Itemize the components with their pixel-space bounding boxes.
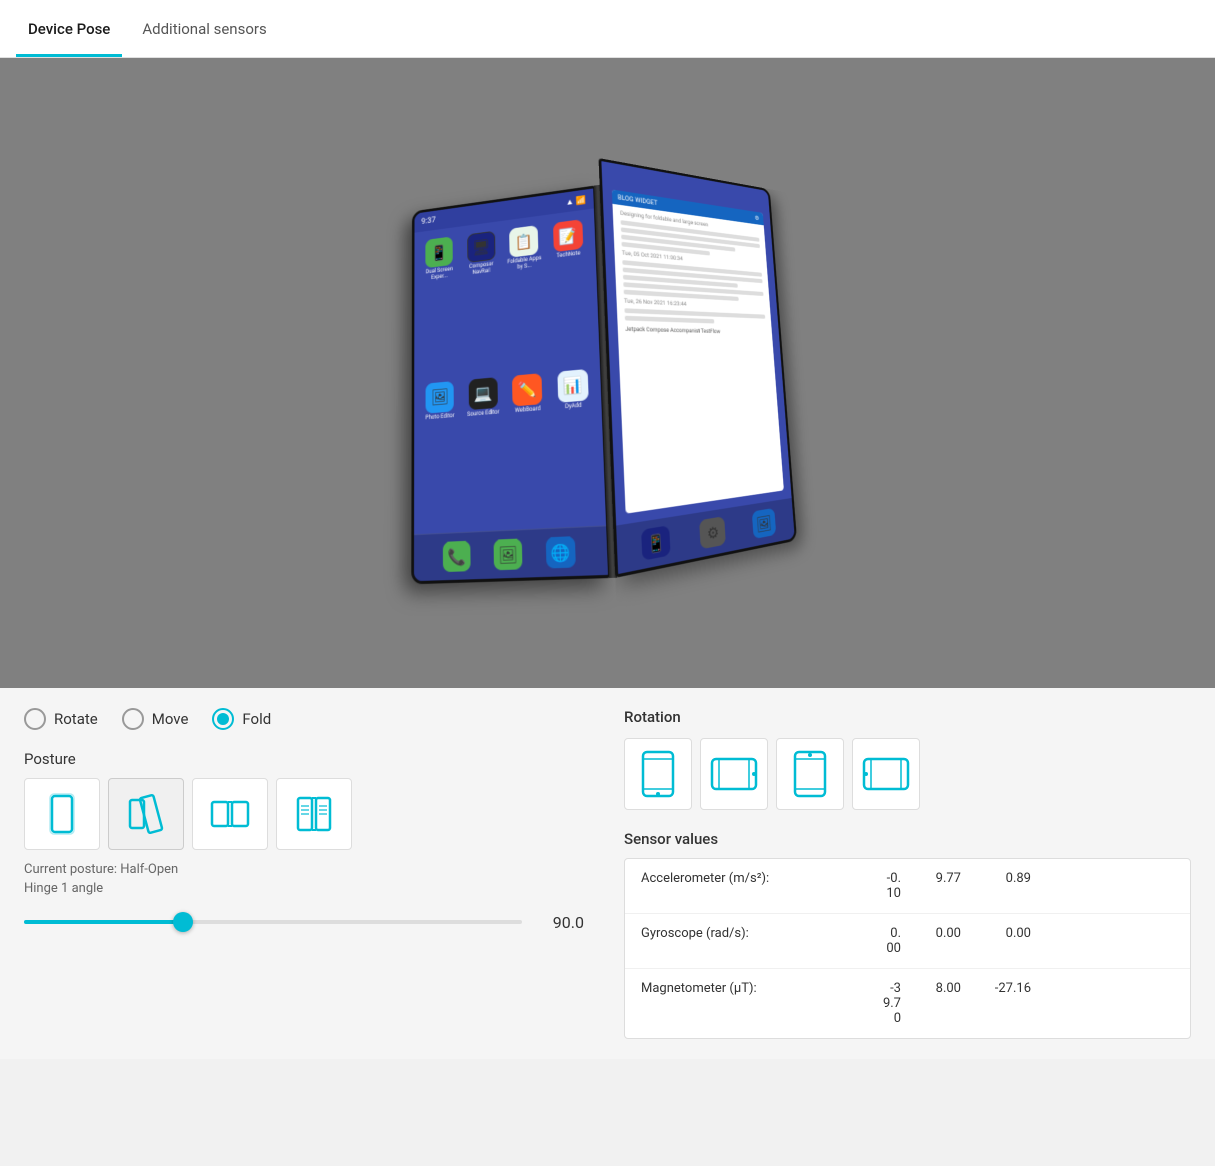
blog-widget: BLOG WIDGET ⚙ Designing for foldable and… [611, 189, 783, 513]
blog-widget-title: BLOG WIDGET ⚙ [611, 189, 763, 225]
radio-rotate[interactable]: Rotate [24, 708, 98, 730]
sensor-val-gyro-x: 0. 00 [841, 926, 901, 956]
hinge-angle-label: Hinge 1 angle [24, 881, 584, 896]
posture-btn-open[interactable] [192, 778, 268, 850]
sensor-name-magnetometer: Magnetometer (μT): [641, 981, 841, 996]
hinge-slider-row: 90.0 [24, 912, 584, 932]
rotation-btn-landscape-flipped[interactable] [852, 738, 920, 810]
app-grid: 📱 Dual Screen Exper... 🖥 Composer NavRai… [414, 208, 606, 534]
phone-left-panel: 9:37 ▲ 📶 📱 Dual Screen Exper... 🖥 Compos… [411, 185, 611, 584]
hinge-slider-track [24, 920, 522, 924]
rotation-portrait-flipped-svg [792, 749, 828, 799]
sensor-val-accel-z: 0.89 [961, 871, 1031, 886]
hinge-slider-thumb[interactable] [173, 912, 193, 932]
hinge-slider-fill [24, 920, 183, 924]
foldable-phone-3d: 9:37 ▲ 📶 📱 Dual Screen Exper... 🖥 Compos… [411, 127, 850, 615]
rotation-landscape-svg [709, 756, 759, 792]
right-dock-1: 📱 [641, 525, 671, 560]
rotation-landscape-flipped-svg [861, 756, 911, 792]
sensor-row-magnetometer: Magnetometer (μT): -3 9.7 0 8.00 -27.16 [625, 969, 1190, 1038]
radio-rotate-circle [24, 708, 46, 730]
app-icon-dualscreen: 📱 Dual Screen Exper... [421, 236, 458, 378]
right-dock: 📱 ⚙ 🖼 [616, 498, 795, 574]
phone-right-screen: BLOG WIDGET ⚙ Designing for foldable and… [601, 161, 794, 574]
phone-dock: 📞 🖼 🌐 [413, 525, 607, 581]
rotation-btn-landscape[interactable] [700, 738, 768, 810]
device-viewport: 9:37 ▲ 📶 📱 Dual Screen Exper... 🖥 Compos… [0, 58, 1215, 688]
sensor-val-mag-z: -27.16 [961, 981, 1031, 996]
sensor-values-title: Sensor values [624, 830, 1191, 848]
app-icon-webboard: ✏️ WebBoard [507, 372, 550, 519]
tab-device-pose[interactable]: Device Pose [16, 4, 122, 57]
rotation-btn-portrait-flipped[interactable] [776, 738, 844, 810]
radio-rotate-label: Rotate [54, 710, 98, 728]
controls-left: Rotate Move Fold Posture [24, 708, 584, 1039]
dock-gallery: 🖼 [493, 538, 522, 570]
sensor-val-accel-y: 9.77 [901, 871, 961, 886]
sensor-val-mag-x: -3 9.7 0 [841, 981, 901, 1026]
right-dock-2: ⚙ [699, 516, 726, 549]
app-icon-source: 💻 Source Editor [463, 377, 504, 522]
radio-move[interactable]: Move [122, 708, 189, 730]
rotation-title: Rotation [624, 708, 1191, 726]
sensor-row-gyroscope: Gyroscope (rad/s): 0. 00 0.00 0.00 [625, 914, 1190, 969]
sensor-val-mag-y: 8.00 [901, 981, 961, 996]
rotation-portrait-svg [640, 749, 676, 799]
posture-icon-group [24, 778, 584, 850]
sensor-table: Accelerometer (m/s²): -0. 10 9.77 0.89 G… [624, 858, 1191, 1039]
radio-fold-label: Fold [242, 710, 271, 728]
tab-additional-sensors[interactable]: Additional sensors [130, 4, 278, 57]
posture-btn-closed[interactable] [24, 778, 100, 850]
posture-icon-closed-svg [42, 792, 82, 836]
sensor-val-gyro-y: 0.00 [901, 926, 961, 941]
sensor-name-gyroscope: Gyroscope (rad/s): [641, 926, 841, 941]
app-icon-technote: 📝 TechNote [548, 219, 592, 367]
sensor-val-gyro-z: 0.00 [961, 926, 1031, 941]
posture-icon-tent-svg [294, 792, 334, 836]
sensor-row-accelerometer: Accelerometer (m/s²): -0. 10 9.77 0.89 [625, 859, 1190, 914]
right-dock-3: 🖼 [751, 508, 775, 539]
dock-edge: 🌐 [545, 536, 575, 568]
signal-icons: ▲ 📶 [565, 194, 586, 207]
posture-icon-open-svg [210, 792, 250, 836]
app-icon-photo: 🖼 Photo Editor [421, 380, 459, 524]
radio-fold-circle [212, 708, 234, 730]
controls-section: Rotate Move Fold Posture [0, 688, 1215, 1059]
radio-fold[interactable]: Fold [212, 708, 271, 730]
posture-btn-halfopen[interactable] [108, 778, 184, 850]
phone-left-screen: 9:37 ▲ 📶 📱 Dual Screen Exper... 🖥 Compos… [413, 188, 607, 581]
sensor-name-accelerometer: Accelerometer (m/s²): [641, 871, 841, 886]
rotation-btn-portrait[interactable] [624, 738, 692, 810]
radio-move-label: Move [152, 710, 189, 728]
posture-label: Posture [24, 750, 584, 768]
rotation-icon-group [624, 738, 1191, 810]
hinge-slider-value: 90.0 [534, 913, 584, 932]
posture-btn-tent[interactable] [276, 778, 352, 850]
time-display: 9:37 [421, 216, 436, 227]
app-icon-dyadd: 📊 DyAdd [552, 368, 598, 517]
phone-right-panel: BLOG WIDGET ⚙ Designing for foldable and… [598, 158, 797, 578]
mode-radio-group: Rotate Move Fold [24, 708, 584, 730]
dock-phone: 📞 [443, 541, 471, 572]
sensor-val-accel-x: -0. 10 [841, 871, 901, 901]
posture-icon-halfopen-svg [126, 792, 166, 836]
radio-move-circle [122, 708, 144, 730]
app-icon-composer: 🖥 Composer NavRail [462, 230, 501, 374]
current-posture-text: Current posture: Half-Open [24, 862, 584, 877]
header: Device Pose Additional sensors [0, 0, 1215, 58]
app-icon-foldable: 📋 Foldable Apps by S... [504, 224, 546, 370]
hinge-slider-container [24, 912, 522, 932]
controls-right: Rotation [624, 708, 1191, 1039]
